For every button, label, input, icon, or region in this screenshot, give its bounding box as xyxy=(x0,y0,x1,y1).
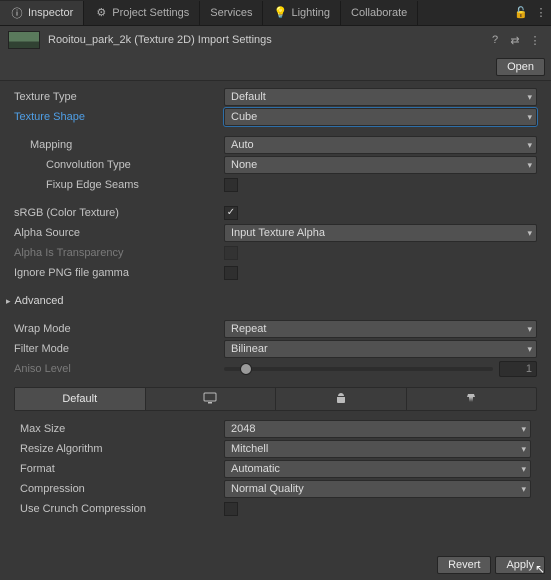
label-aniso-level: Aniso Level xyxy=(14,363,224,375)
preset-icon[interactable]: ⇄ xyxy=(507,32,523,48)
tab-lighting[interactable]: 💡 Lighting xyxy=(263,1,341,25)
platform-tab-standalone[interactable] xyxy=(146,388,277,410)
lock-icon[interactable]: 🔓 xyxy=(511,6,531,19)
checkbox-fixup-edge-seams[interactable] xyxy=(224,178,238,192)
tab-collaborate[interactable]: Collaborate xyxy=(341,1,418,25)
info-icon: ⓘ xyxy=(10,5,24,21)
label-mapping: Mapping xyxy=(14,139,224,151)
asset-title: Rooitou_park_2k (Texture 2D) Import Sett… xyxy=(48,34,483,46)
label-format: Format xyxy=(20,463,224,475)
label-filter-mode: Filter Mode xyxy=(14,343,224,355)
label-ignore-png-gamma: Ignore PNG file gamma xyxy=(14,267,224,279)
kebab-icon[interactable]: ⋮ xyxy=(531,6,551,19)
label-convolution-type: Convolution Type xyxy=(14,159,224,171)
label-alpha-transparency: Alpha Is Transparency xyxy=(14,247,224,259)
dropdown-wrap-mode[interactable]: Repeat xyxy=(224,320,537,338)
label-srgb: sRGB (Color Texture) xyxy=(14,207,224,219)
dropdown-max-size[interactable]: 2048 xyxy=(224,420,531,438)
dropdown-filter-mode[interactable]: Bilinear xyxy=(224,340,537,358)
dropdown-mapping[interactable]: Auto xyxy=(224,136,537,154)
gear-icon: ⚙ xyxy=(94,6,108,19)
tab-label: Lighting xyxy=(291,7,330,19)
dropdown-compression[interactable]: Normal Quality xyxy=(224,480,531,498)
checkbox-srgb[interactable] xyxy=(224,206,238,220)
dropdown-texture-shape[interactable]: Cube xyxy=(224,108,537,126)
dropdown-texture-type[interactable]: Default xyxy=(224,88,537,106)
label-max-size: Max Size xyxy=(20,423,224,435)
tab-project-settings[interactable]: ⚙ Project Settings xyxy=(84,1,200,25)
apply-button[interactable]: Apply xyxy=(495,556,545,574)
tab-label: Collaborate xyxy=(351,7,407,19)
asset-thumbnail xyxy=(8,31,40,49)
open-button[interactable]: Open xyxy=(496,58,545,76)
asset-header: Rooitou_park_2k (Texture 2D) Import Sett… xyxy=(0,26,551,54)
tab-label: Inspector xyxy=(28,7,73,19)
label-fixup-edge-seams: Fixup Edge Seams xyxy=(14,179,224,191)
footer-buttons: Revert Apply xyxy=(437,556,545,574)
menu-icon[interactable]: ⋮ xyxy=(527,32,543,48)
revert-button[interactable]: Revert xyxy=(437,556,491,574)
dropdown-convolution-type[interactable]: None xyxy=(224,156,537,174)
slider-aniso-level[interactable] xyxy=(224,367,493,371)
platform-tabs: Default xyxy=(14,387,537,411)
platform-tab-default[interactable]: Default xyxy=(15,388,146,410)
android-icon xyxy=(334,392,348,407)
checkbox-alpha-transparency xyxy=(224,246,238,260)
label-texture-shape: Texture Shape xyxy=(14,111,224,123)
tab-label: Services xyxy=(210,7,252,19)
dropdown-alpha-source[interactable]: Input Texture Alpha xyxy=(224,224,537,242)
webgl-icon xyxy=(464,392,478,407)
editor-tabbar: ⓘ Inspector ⚙ Project Settings Services … xyxy=(0,0,551,26)
dropdown-resize-algorithm[interactable]: Mitchell xyxy=(224,440,531,458)
help-icon[interactable]: ? xyxy=(487,32,503,48)
texture-properties: Texture Type Default Texture Shape Cube … xyxy=(0,81,551,521)
checkbox-ignore-png-gamma[interactable] xyxy=(224,266,238,280)
platform-tab-android[interactable] xyxy=(276,388,407,410)
checkbox-use-crunch[interactable] xyxy=(224,502,238,516)
monitor-icon xyxy=(203,392,217,407)
bulb-icon: 💡 xyxy=(273,6,287,19)
tab-inspector[interactable]: ⓘ Inspector xyxy=(0,1,84,25)
dropdown-format[interactable]: Automatic xyxy=(224,460,531,478)
slider-thumb[interactable] xyxy=(240,363,252,375)
label-alpha-source: Alpha Source xyxy=(14,227,224,239)
label-resize-algorithm: Resize Algorithm xyxy=(20,443,224,455)
platform-tab-webgl[interactable] xyxy=(407,388,537,410)
tab-services[interactable]: Services xyxy=(200,1,263,25)
tab-label: Project Settings xyxy=(112,7,189,19)
label-texture-type: Texture Type xyxy=(14,91,224,103)
foldout-label: Advanced xyxy=(15,295,64,307)
label-use-crunch: Use Crunch Compression xyxy=(20,503,224,515)
foldout-advanced[interactable]: Advanced xyxy=(0,291,551,311)
label-compression: Compression xyxy=(20,483,224,495)
aniso-level-value[interactable]: 1 xyxy=(499,361,537,377)
label-wrap-mode: Wrap Mode xyxy=(14,323,224,335)
